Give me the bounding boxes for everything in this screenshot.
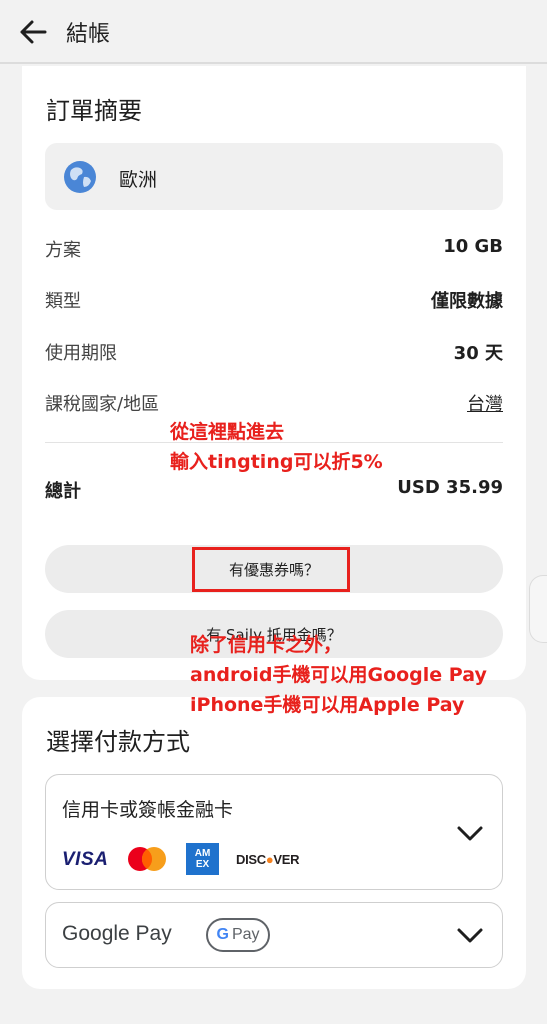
visa-logo: VISA [62,849,109,870]
payment-annotation-line1: 除了信用卡之外， [190,634,343,656]
plan-label: 方案 [45,240,81,261]
back-arrow-icon[interactable] [18,18,48,46]
total-label: 總計 [45,481,81,502]
plan-value: 10 GB [443,236,503,257]
order-summary-card: 訂單摘要 歐洲 方案 10 GB 類型 僅限數據 使用期限 30 天 課稅國家/… [22,66,526,680]
google-pay-badge-text: Pay [231,926,260,943]
tax-country-row: 課稅國家/地區 台灣 [45,390,503,418]
validity-row: 使用期限 30 天 [45,339,503,367]
google-pay-option[interactable]: Google Pay G Pay [45,902,503,968]
tax-country-link[interactable]: 台灣 [467,390,503,416]
coupon-annotation: 從這裡點進去 輸入tingting可以折5% [170,417,383,477]
google-g-icon: G [216,926,229,943]
region-box: 歐洲 [45,143,503,210]
chevron-down-icon [457,928,483,943]
order-summary-title: 訂單摘要 [46,97,142,125]
coupon-annotation-line1: 從這裡點進去 [170,421,285,443]
plan-row: 方案 10 GB [45,236,503,264]
payment-annotation: 除了信用卡之外， android手機可以用Google Pay iPhone手機… [190,630,487,720]
validity-label: 使用期限 [45,343,117,364]
total-value: USD 35.99 [397,477,503,498]
type-value: 僅限數據 [431,291,503,312]
app-header: 結帳 [0,0,547,64]
type-row: 類型 僅限數據 [45,287,503,315]
tax-country-label: 課稅國家/地區 [45,394,160,415]
card-payment-label: 信用卡或簽帳金融卡 [62,799,234,821]
google-pay-label: Google Pay [62,922,172,945]
payment-annotation-line3: iPhone手機可以用Apple Pay [190,694,465,716]
side-handle [529,575,547,643]
payment-method-title: 選擇付款方式 [46,728,190,756]
region-name: 歐洲 [119,169,158,191]
amex-logo-line1: AM [194,848,211,859]
chevron-down-icon [457,826,483,841]
card-payment-option[interactable]: 信用卡或簽帳金融卡 VISA AM EX DISC●VER [45,774,503,890]
discover-logo-b: VER [273,852,300,867]
payment-method-card: 選擇付款方式 信用卡或簽帳金融卡 VISA AM EX DISC●VER Goo… [22,697,526,989]
validity-value: 30 天 [453,343,503,364]
page-title: 結帳 [66,22,111,47]
discover-logo-a: DISC [236,852,266,867]
type-label: 類型 [45,291,81,312]
discover-logo: DISC●VER [236,852,300,884]
coupon-highlight-box [192,547,350,592]
amex-logo-line2: EX [195,859,210,870]
mastercard-logo [128,847,166,871]
coupon-annotation-line2: 輸入tingting可以折5% [170,451,383,473]
globe-icon [64,161,96,193]
payment-annotation-line2: android手機可以用Google Pay [190,664,487,686]
amex-logo: AM EX [186,843,219,875]
google-pay-badge: G Pay [206,918,270,952]
